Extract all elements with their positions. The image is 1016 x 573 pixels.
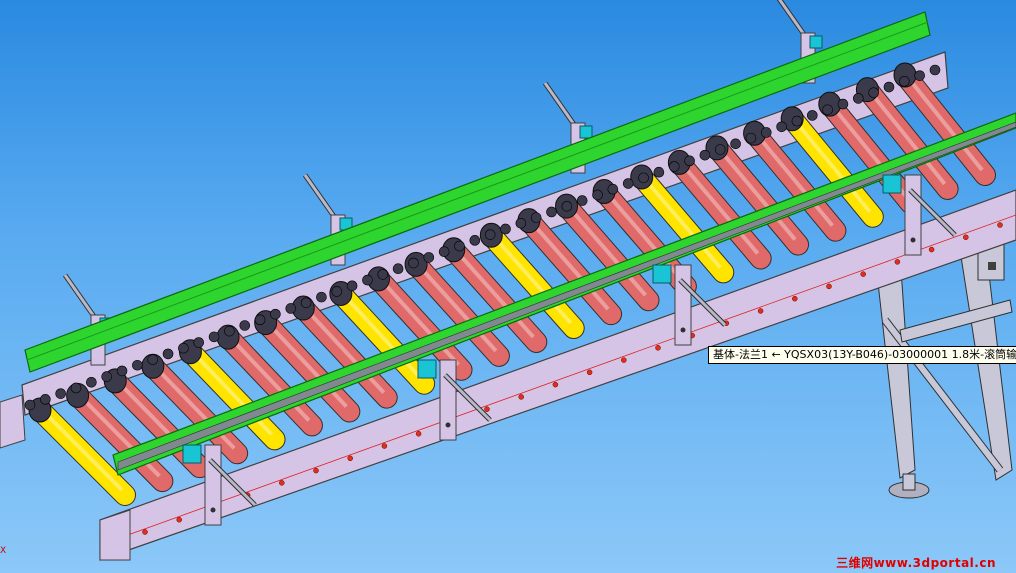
- frame-hole: [963, 234, 969, 241]
- chain-link: [776, 121, 787, 133]
- chain-link: [914, 70, 925, 81]
- clamp: [652, 264, 672, 284]
- conveyor-3d-model[interactable]: [0, 0, 1016, 573]
- frame-hole: [415, 431, 422, 437]
- chain-link: [346, 280, 358, 292]
- chain-link: [515, 218, 527, 229]
- chain-link: [423, 252, 435, 263]
- chain-link: [40, 394, 51, 405]
- chain-link: [622, 178, 634, 189]
- chain-link: [638, 172, 649, 184]
- frame-hole: [347, 455, 353, 462]
- chain-link: [899, 76, 910, 87]
- frame-hole: [552, 381, 559, 388]
- chain-link: [147, 354, 159, 365]
- chain-link: [162, 348, 174, 360]
- clamp: [809, 35, 823, 49]
- chain-link: [760, 127, 772, 138]
- chain-link: [883, 81, 895, 93]
- frame-hole: [484, 406, 490, 412]
- chain-link: [607, 183, 619, 195]
- frame-hole: [518, 394, 524, 400]
- frame-hole: [313, 467, 319, 474]
- roller: [28, 397, 136, 506]
- chain-link: [438, 246, 450, 257]
- chain-link: [699, 149, 711, 161]
- chain-link: [55, 388, 66, 399]
- frame-hole: [894, 259, 901, 265]
- chain-link: [116, 365, 128, 377]
- chain-link: [853, 93, 864, 104]
- chain-link: [546, 206, 557, 218]
- cad-viewport[interactable]: 基体-法兰1 ← YQSX03(13Y-B046)-03000001 1.8米-…: [0, 0, 1016, 573]
- chain-link: [408, 257, 419, 269]
- chain-link: [362, 274, 373, 286]
- chain-link: [208, 331, 220, 343]
- chain-link: [469, 235, 481, 246]
- chain-link: [86, 376, 97, 388]
- chain-link: [377, 269, 389, 280]
- chain-link: [484, 229, 496, 240]
- chain-link: [331, 286, 343, 297]
- chain-link: [791, 115, 803, 127]
- frame-hole: [757, 308, 764, 314]
- frame-hole: [826, 283, 832, 290]
- chain-link: [561, 200, 573, 212]
- chain-link: [500, 223, 511, 235]
- chain-link: [806, 110, 818, 121]
- chain-link: [178, 342, 189, 354]
- frame-hole: [928, 246, 935, 253]
- chain-link: [285, 303, 297, 314]
- chain-link: [837, 98, 849, 110]
- chain-link: [270, 308, 281, 320]
- chain-link: [392, 263, 404, 275]
- chain-link: [592, 189, 603, 201]
- frame-hole: [860, 271, 866, 277]
- chain-link: [193, 337, 205, 348]
- frame-hole: [142, 529, 148, 535]
- frame-hole: [586, 369, 593, 376]
- clamp: [882, 174, 902, 194]
- chain-link: [300, 297, 312, 309]
- chain-link: [224, 325, 235, 337]
- chain-link: [653, 166, 665, 178]
- axis-indicator: X: [0, 546, 7, 556]
- frame-hole: [176, 516, 182, 523]
- chain-link: [239, 320, 251, 331]
- chain-link: [822, 104, 833, 116]
- site-watermark: 三维网www.3dportal.cn: [836, 556, 996, 570]
- chain-link: [730, 138, 741, 150]
- chain-link: [454, 240, 465, 252]
- chain-link: [668, 161, 680, 172]
- chain-link: [929, 64, 941, 76]
- chain-link: [530, 212, 542, 223]
- chain-link: [684, 155, 695, 167]
- clamp: [182, 444, 202, 464]
- selection-tooltip: 基体-法兰1 ← YQSX03(13Y-B046)-03000001 1.8米-…: [708, 346, 1016, 364]
- chain-link: [316, 291, 327, 303]
- chain-link: [745, 132, 757, 144]
- frame-hole: [792, 295, 798, 302]
- chain-link: [101, 371, 112, 382]
- chain-link: [70, 382, 82, 394]
- chain-link: [24, 399, 36, 411]
- chain-link: [132, 359, 143, 371]
- clamp: [579, 125, 593, 139]
- chain-link: [868, 87, 879, 99]
- frame-hole: [997, 222, 1003, 228]
- clamp: [417, 359, 437, 379]
- chain-link: [254, 314, 266, 326]
- frame-hole: [279, 480, 285, 486]
- frame-hole: [621, 357, 627, 363]
- chain-link: [576, 195, 588, 206]
- chain-link: [714, 144, 726, 155]
- frame-hole: [381, 443, 388, 449]
- frame-hole: [655, 345, 661, 351]
